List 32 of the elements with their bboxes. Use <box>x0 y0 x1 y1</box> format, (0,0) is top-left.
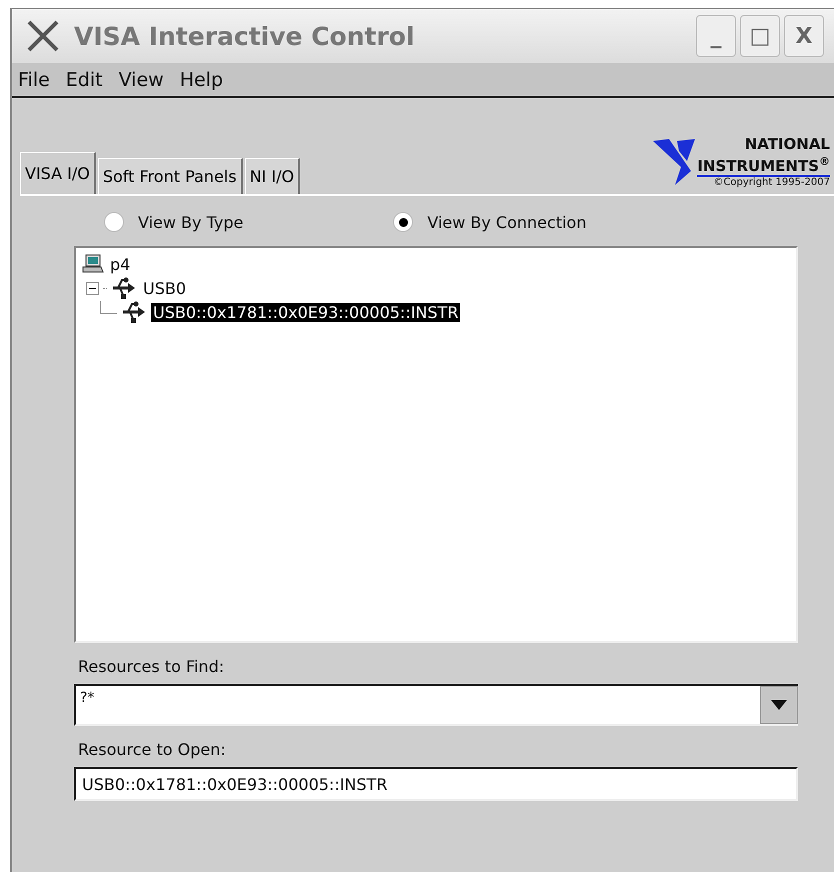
resources-dropdown[interactable]: ?* <box>74 684 798 726</box>
tab[interactable]: VISA I/O <box>20 152 96 194</box>
tree-item[interactable]: USB0::0x1781::0x0E93::00005::INSTR <box>151 302 460 322</box>
tree-item[interactable]: USB0 <box>141 278 188 298</box>
window-title: VISA Interactive Control <box>74 22 415 50</box>
tree-item[interactable]: p4 <box>108 254 132 274</box>
menu-item[interactable]: Help <box>180 68 224 90</box>
radio-button[interactable] <box>104 212 124 232</box>
resource-field[interactable]: USB0::0x1781::0x0E93::00005::INSTR <box>74 767 798 801</box>
x-logo-icon <box>26 20 60 52</box>
maximize-button[interactable]: □ <box>740 15 780 57</box>
logo-text: NATIONAL <box>744 136 830 153</box>
menu-item[interactable]: File <box>18 68 50 90</box>
menu-item[interactable]: View <box>118 68 164 90</box>
usb-icon <box>111 276 137 300</box>
close-button[interactable]: X <box>784 15 824 57</box>
radio-option[interactable]: View By Connection <box>393 212 586 232</box>
usb-icon <box>121 300 147 324</box>
logo-text: INSTRUMENTS$^{®}$ <box>697 153 830 177</box>
field-label: Resources to Find: <box>78 657 226 676</box>
collapse-toggle[interactable] <box>86 282 99 294</box>
minimize-button[interactable]: _ <box>696 15 736 57</box>
field-label: Resource to Open: <box>78 740 227 759</box>
tab[interactable]: NI I/O <box>244 158 300 194</box>
dropdown-button[interactable] <box>760 686 798 724</box>
menu-item[interactable]: Edit <box>66 68 103 90</box>
copyright-text: ©Copyright 1995-2007 <box>713 177 830 188</box>
tab[interactable]: Soft Front Panels <box>98 158 243 194</box>
radio-option[interactable]: View By Type <box>104 212 244 232</box>
radio-button[interactable] <box>393 212 414 232</box>
caret-icon <box>771 700 787 710</box>
computer-icon <box>82 254 104 274</box>
